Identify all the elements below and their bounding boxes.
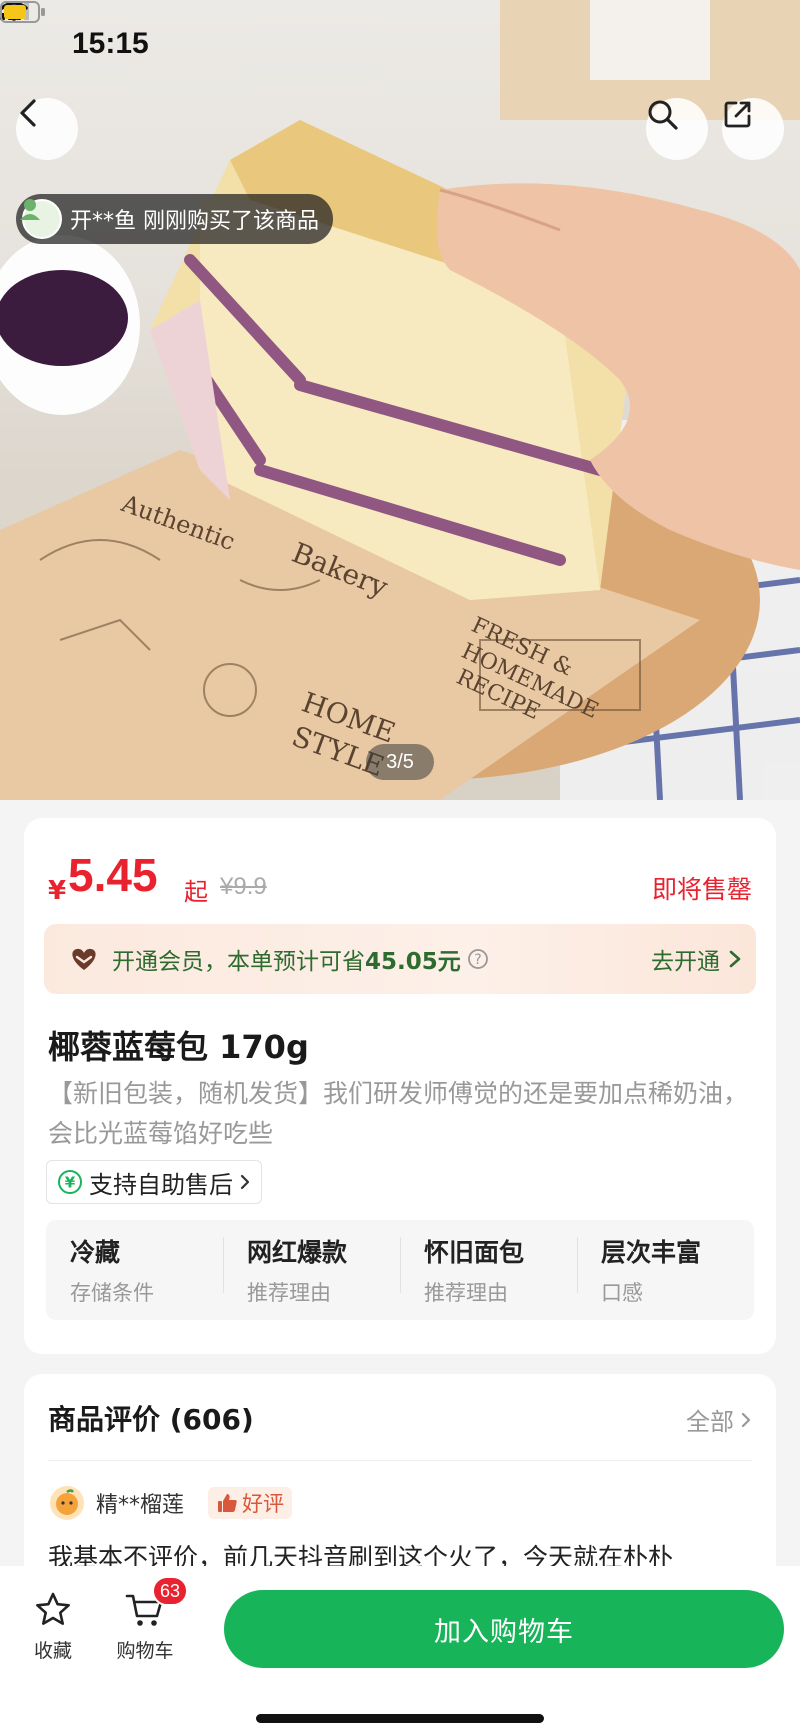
thumbs-up-icon (218, 1494, 237, 1512)
recent-purchase-toast: 开**鱼 刚刚购买了该商品 (16, 194, 333, 244)
self-service-aftersale-link[interactable]: ¥ 支持自助售后 (46, 1160, 262, 1204)
membership-cta-label: 去开通 (651, 949, 720, 975)
attribute-value: 冷藏 (70, 1238, 121, 1267)
status-bar: 15:15 (0, 0, 800, 88)
membership-activate-button[interactable]: 去开通 (651, 942, 742, 976)
status-time: 15:15 (72, 27, 149, 60)
add-to-cart-button[interactable]: 加入购物车 (224, 1590, 784, 1668)
info-icon[interactable]: ? (467, 948, 489, 970)
search-icon (648, 100, 678, 130)
chevron-right-icon (240, 1174, 250, 1190)
avatar-icon (20, 199, 40, 220)
reviewer-name: 精**榴莲 (96, 1493, 185, 1518)
divider (48, 1460, 752, 1461)
view-all-reviews-link[interactable]: 全部 (686, 1402, 752, 1437)
favorite-button[interactable]: 收藏 (8, 1590, 98, 1663)
membership-text: 开通会员，本单预计可省45.05元 (112, 942, 461, 976)
membership-prefix: 开通会员，本单预计可省 (112, 949, 365, 975)
membership-savings: 45.05元 (365, 949, 461, 975)
price-currency: ¥ (48, 876, 67, 906)
attribute-label: 口感 (601, 1281, 643, 1305)
attribute-texture: 层次丰富 口感 (577, 1233, 754, 1307)
purchase-toast-text: 开**鱼 刚刚购买了该商品 (70, 209, 319, 234)
reviewer-row: 精**榴莲 好评 (48, 1484, 293, 1522)
battery-icon (0, 1, 45, 23)
chevron-right-icon (741, 1412, 751, 1427)
search-button[interactable] (646, 98, 708, 160)
chevron-right-icon (729, 950, 741, 968)
view-all-label: 全部 (686, 1408, 734, 1436)
original-price: ¥9.9 (220, 873, 267, 900)
product-title: 椰蓉蓝莓包 170g (48, 1028, 309, 1066)
attribute-value: 层次丰富 (601, 1238, 702, 1267)
good-review-badge: 好评 (208, 1487, 293, 1519)
product-attributes: 冷藏 存储条件 网红爆款 推荐理由 怀旧面包 推荐理由 层次丰富 口感 (46, 1220, 754, 1320)
yen-shield-icon: ¥ (58, 1170, 82, 1194)
membership-banner[interactable]: 开通会员，本单预计可省45.05元 ? 去开通 (44, 924, 756, 994)
attribute-label: 推荐理由 (424, 1281, 508, 1305)
attribute-storage: 冷藏 存储条件 (46, 1233, 223, 1307)
product-image-carousel[interactable]: FRESH & HOMEMADE RECIPE Authentic Bakery… (0, 0, 800, 800)
bottom-action-bar: 收藏 63 购物车 加入购物车 (0, 1566, 800, 1732)
favorite-label: 收藏 (33, 1640, 72, 1662)
current-price: 5.45 (68, 849, 158, 901)
attribute-value: 网红爆款 (247, 1238, 348, 1267)
attribute-value: 怀旧面包 (424, 1238, 525, 1267)
back-button[interactable] (16, 98, 78, 160)
price-row: ¥ 5.45 起 ¥9.9 即将售罄 (48, 848, 752, 908)
price-suffix: 起 (184, 878, 208, 906)
cart-button[interactable]: 63 购物车 (100, 1576, 190, 1663)
svg-text:¥: ¥ (65, 1174, 76, 1192)
reviews-title: 商品评价 (606) (48, 1403, 254, 1436)
reviewer-avatar (48, 1484, 86, 1522)
share-button[interactable] (722, 98, 784, 160)
product-info-card: ¥ 5.45 起 ¥9.9 即将售罄 开通会员，本单预计可省45.05元 ? 去… (24, 818, 776, 1354)
home-indicator (256, 1714, 544, 1723)
member-heart-icon (72, 948, 96, 970)
chevron-left-icon (20, 99, 36, 127)
attribute-reason-1: 网红爆款 推荐理由 (223, 1233, 400, 1307)
avatar-icon (56, 1489, 78, 1515)
attribute-label: 存储条件 (70, 1281, 154, 1305)
star-icon (36, 1592, 70, 1625)
image-counter: 3/5 (366, 744, 434, 780)
stock-status: 即将售罄 (651, 875, 752, 904)
svg-text:?: ? (474, 952, 481, 968)
attribute-label: 推荐理由 (247, 1281, 331, 1305)
buyer-avatar (20, 199, 62, 239)
cart-count-badge: 63 (152, 1576, 189, 1606)
attribute-reason-2: 怀旧面包 推荐理由 (400, 1233, 577, 1307)
good-review-label: 好评 (242, 1492, 285, 1516)
share-icon (724, 101, 751, 128)
cart-label: 购物车 (116, 1640, 174, 1662)
aftersale-label: 支持自助售后 (89, 1170, 233, 1199)
product-description: 【新旧包装，随机发货】我们研发师傅觉的还是要加点稀奶油，会比光蓝莓馅好吃些 (48, 1079, 749, 1148)
